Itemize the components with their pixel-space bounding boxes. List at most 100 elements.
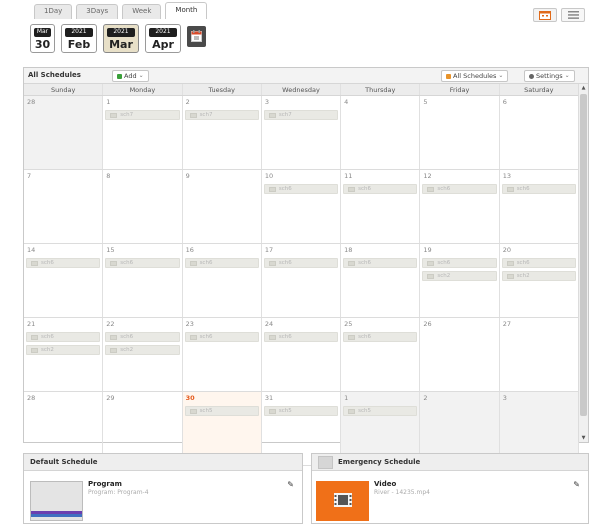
week-row: 7 8 9 10 sch6 11 sch6 12 sch6 13 sch6 — [24, 170, 579, 244]
day-cell[interactable]: 12 sch6 — [420, 170, 500, 243]
schedule-event[interactable]: sch2 — [26, 345, 101, 355]
calendar-view-button[interactable] — [533, 8, 557, 22]
week-row: 14 sch6 15 sch6 16 sch6 17 sch6 18 sch6 19 sch6 sch2… — [24, 244, 579, 318]
schedule-event[interactable]: sch5 — [184, 406, 259, 416]
day-cell[interactable]: 15 sch6 — [103, 244, 183, 317]
month-feb-button[interactable]: 2021 Feb — [61, 24, 97, 53]
schedule-event[interactable]: sch6 — [501, 258, 576, 268]
day-number: 23 — [185, 320, 194, 328]
schedule-event[interactable]: sch6 — [422, 258, 497, 268]
day-number: 31 — [264, 394, 274, 402]
schedule-event[interactable]: sch2 — [105, 345, 180, 355]
day-cell[interactable]: 22 sch6 sch2 — [103, 318, 183, 391]
schedule-event[interactable]: sch7 — [105, 110, 180, 120]
add-button[interactable]: Add ⌄ — [112, 70, 149, 82]
schedule-event[interactable]: sch6 — [26, 332, 101, 342]
schedule-event[interactable]: sch6 — [26, 258, 101, 268]
weekday-label: Wednesday — [262, 84, 342, 95]
schedule-event[interactable]: sch6 — [501, 184, 576, 194]
today-button[interactable]: Mar 30 — [30, 24, 55, 53]
default-subtitle: Program: Program-4 — [88, 489, 149, 496]
schedule-event[interactable]: sch6 — [263, 184, 339, 194]
month-apr-button[interactable]: 2021 Apr — [145, 24, 181, 53]
tab-month[interactable]: Month — [165, 2, 208, 19]
day-cell[interactable]: 2 sch7 — [183, 96, 262, 169]
program-thumbnail — [30, 481, 83, 521]
day-cell[interactable]: 20 sch6 sch2 — [500, 244, 579, 317]
vertical-scrollbar[interactable]: ▲ ▼ — [578, 84, 588, 442]
schedule-event[interactable]: sch6 — [422, 184, 497, 194]
day-cell[interactable]: 26 — [420, 318, 500, 391]
day-cell[interactable]: 7 — [24, 170, 104, 243]
schedule-event[interactable]: sch6 — [105, 258, 180, 268]
day-number: 1 — [344, 394, 349, 402]
schedule-event[interactable]: sch7 — [184, 110, 259, 120]
schedule-event[interactable]: sch6 — [343, 332, 418, 342]
day-cell[interactable]: 27 — [500, 318, 579, 391]
schedule-event[interactable]: sch6 — [105, 332, 180, 342]
day-number: 6 — [502, 98, 507, 106]
day-number: 1 — [106, 98, 111, 106]
day-cell[interactable]: 1 sch7 — [103, 96, 183, 169]
filter-dropdown[interactable]: All Schedules ⌄ — [441, 70, 509, 82]
day-cell[interactable]: 19 sch6 sch2 — [420, 244, 500, 317]
schedule-label: sch6 — [516, 186, 530, 192]
day-cell[interactable]: 14 sch6 — [24, 244, 104, 317]
list-view-button[interactable] — [561, 8, 585, 22]
day-cell[interactable]: 9 — [183, 170, 262, 243]
day-cell[interactable]: 10 sch6 — [262, 170, 342, 243]
add-icon — [117, 73, 122, 79]
tab-3days[interactable]: 3Days — [76, 4, 119, 19]
schedule-icon — [268, 334, 276, 340]
view-switcher — [533, 8, 585, 22]
day-cell[interactable]: 13 sch6 — [500, 170, 579, 243]
day-cell[interactable]: 6 — [500, 96, 579, 169]
day-cell[interactable]: 3 sch7 — [262, 96, 342, 169]
schedule-event[interactable]: sch6 — [184, 332, 259, 342]
day-cell[interactable]: 8 — [103, 170, 183, 243]
edit-pencil-icon[interactable]: ✎ — [287, 480, 294, 489]
tab-1day[interactable]: 1Day — [34, 4, 73, 19]
day-number: 22 — [106, 320, 115, 328]
date-picker-button[interactable] — [187, 26, 206, 47]
schedule-event[interactable]: sch6 — [343, 184, 418, 194]
scroll-down-icon[interactable]: ▼ — [579, 435, 588, 441]
day-cell[interactable]: 23 sch6 — [183, 318, 262, 391]
day-cell[interactable]: 25 sch6 — [341, 318, 421, 391]
day-number: 5 — [423, 98, 428, 106]
settings-dropdown[interactable]: Settings ⌄ — [524, 70, 575, 82]
schedule-icon — [427, 260, 435, 266]
schedule-event[interactable]: sch6 — [263, 332, 339, 342]
schedule-event[interactable]: sch5 — [263, 406, 339, 416]
scrollbar-thumb[interactable] — [580, 94, 587, 416]
month-mar-button[interactable]: 2021 Mar — [103, 24, 139, 53]
schedule-event[interactable]: sch6 — [263, 258, 339, 268]
schedule-label: sch6 — [199, 260, 213, 266]
day-cell[interactable]: 16 sch6 — [183, 244, 262, 317]
day-cell[interactable]: 11 sch6 — [341, 170, 421, 243]
day-number: 17 — [264, 246, 274, 254]
day-cell[interactable]: 5 — [420, 96, 500, 169]
day-cell[interactable]: 24 sch6 — [262, 318, 342, 391]
schedule-event[interactable]: sch6 — [343, 258, 418, 268]
schedule-event[interactable]: sch2 — [422, 271, 497, 281]
day-cell[interactable]: 21 sch6 sch2 — [24, 318, 104, 391]
day-cell[interactable]: 28 — [24, 96, 104, 169]
scroll-up-icon[interactable]: ▲ — [579, 85, 588, 91]
day-number: 2 — [423, 394, 428, 402]
view-tabs: 1Day 3Days Week Month — [34, 2, 208, 19]
schedule-event[interactable]: sch5 — [343, 406, 418, 416]
day-number: 16 — [185, 246, 194, 254]
day-cell[interactable]: 4 — [341, 96, 421, 169]
edit-pencil-icon[interactable]: ✎ — [573, 480, 580, 489]
day-cell[interactable]: 17 sch6 — [262, 244, 342, 317]
schedule-icon — [189, 260, 197, 266]
schedule-icon — [110, 260, 118, 266]
schedule-event[interactable]: sch7 — [263, 110, 339, 120]
tab-week[interactable]: Week — [122, 4, 162, 19]
schedule-event[interactable]: sch6 — [184, 258, 259, 268]
calendar-panel: All Schedules Add ⌄ All Schedules ⌄ Sett… — [23, 67, 589, 466]
schedule-event[interactable]: sch2 — [501, 271, 576, 281]
day-cell[interactable]: 18 sch6 — [341, 244, 421, 317]
day-number: 15 — [106, 246, 115, 254]
